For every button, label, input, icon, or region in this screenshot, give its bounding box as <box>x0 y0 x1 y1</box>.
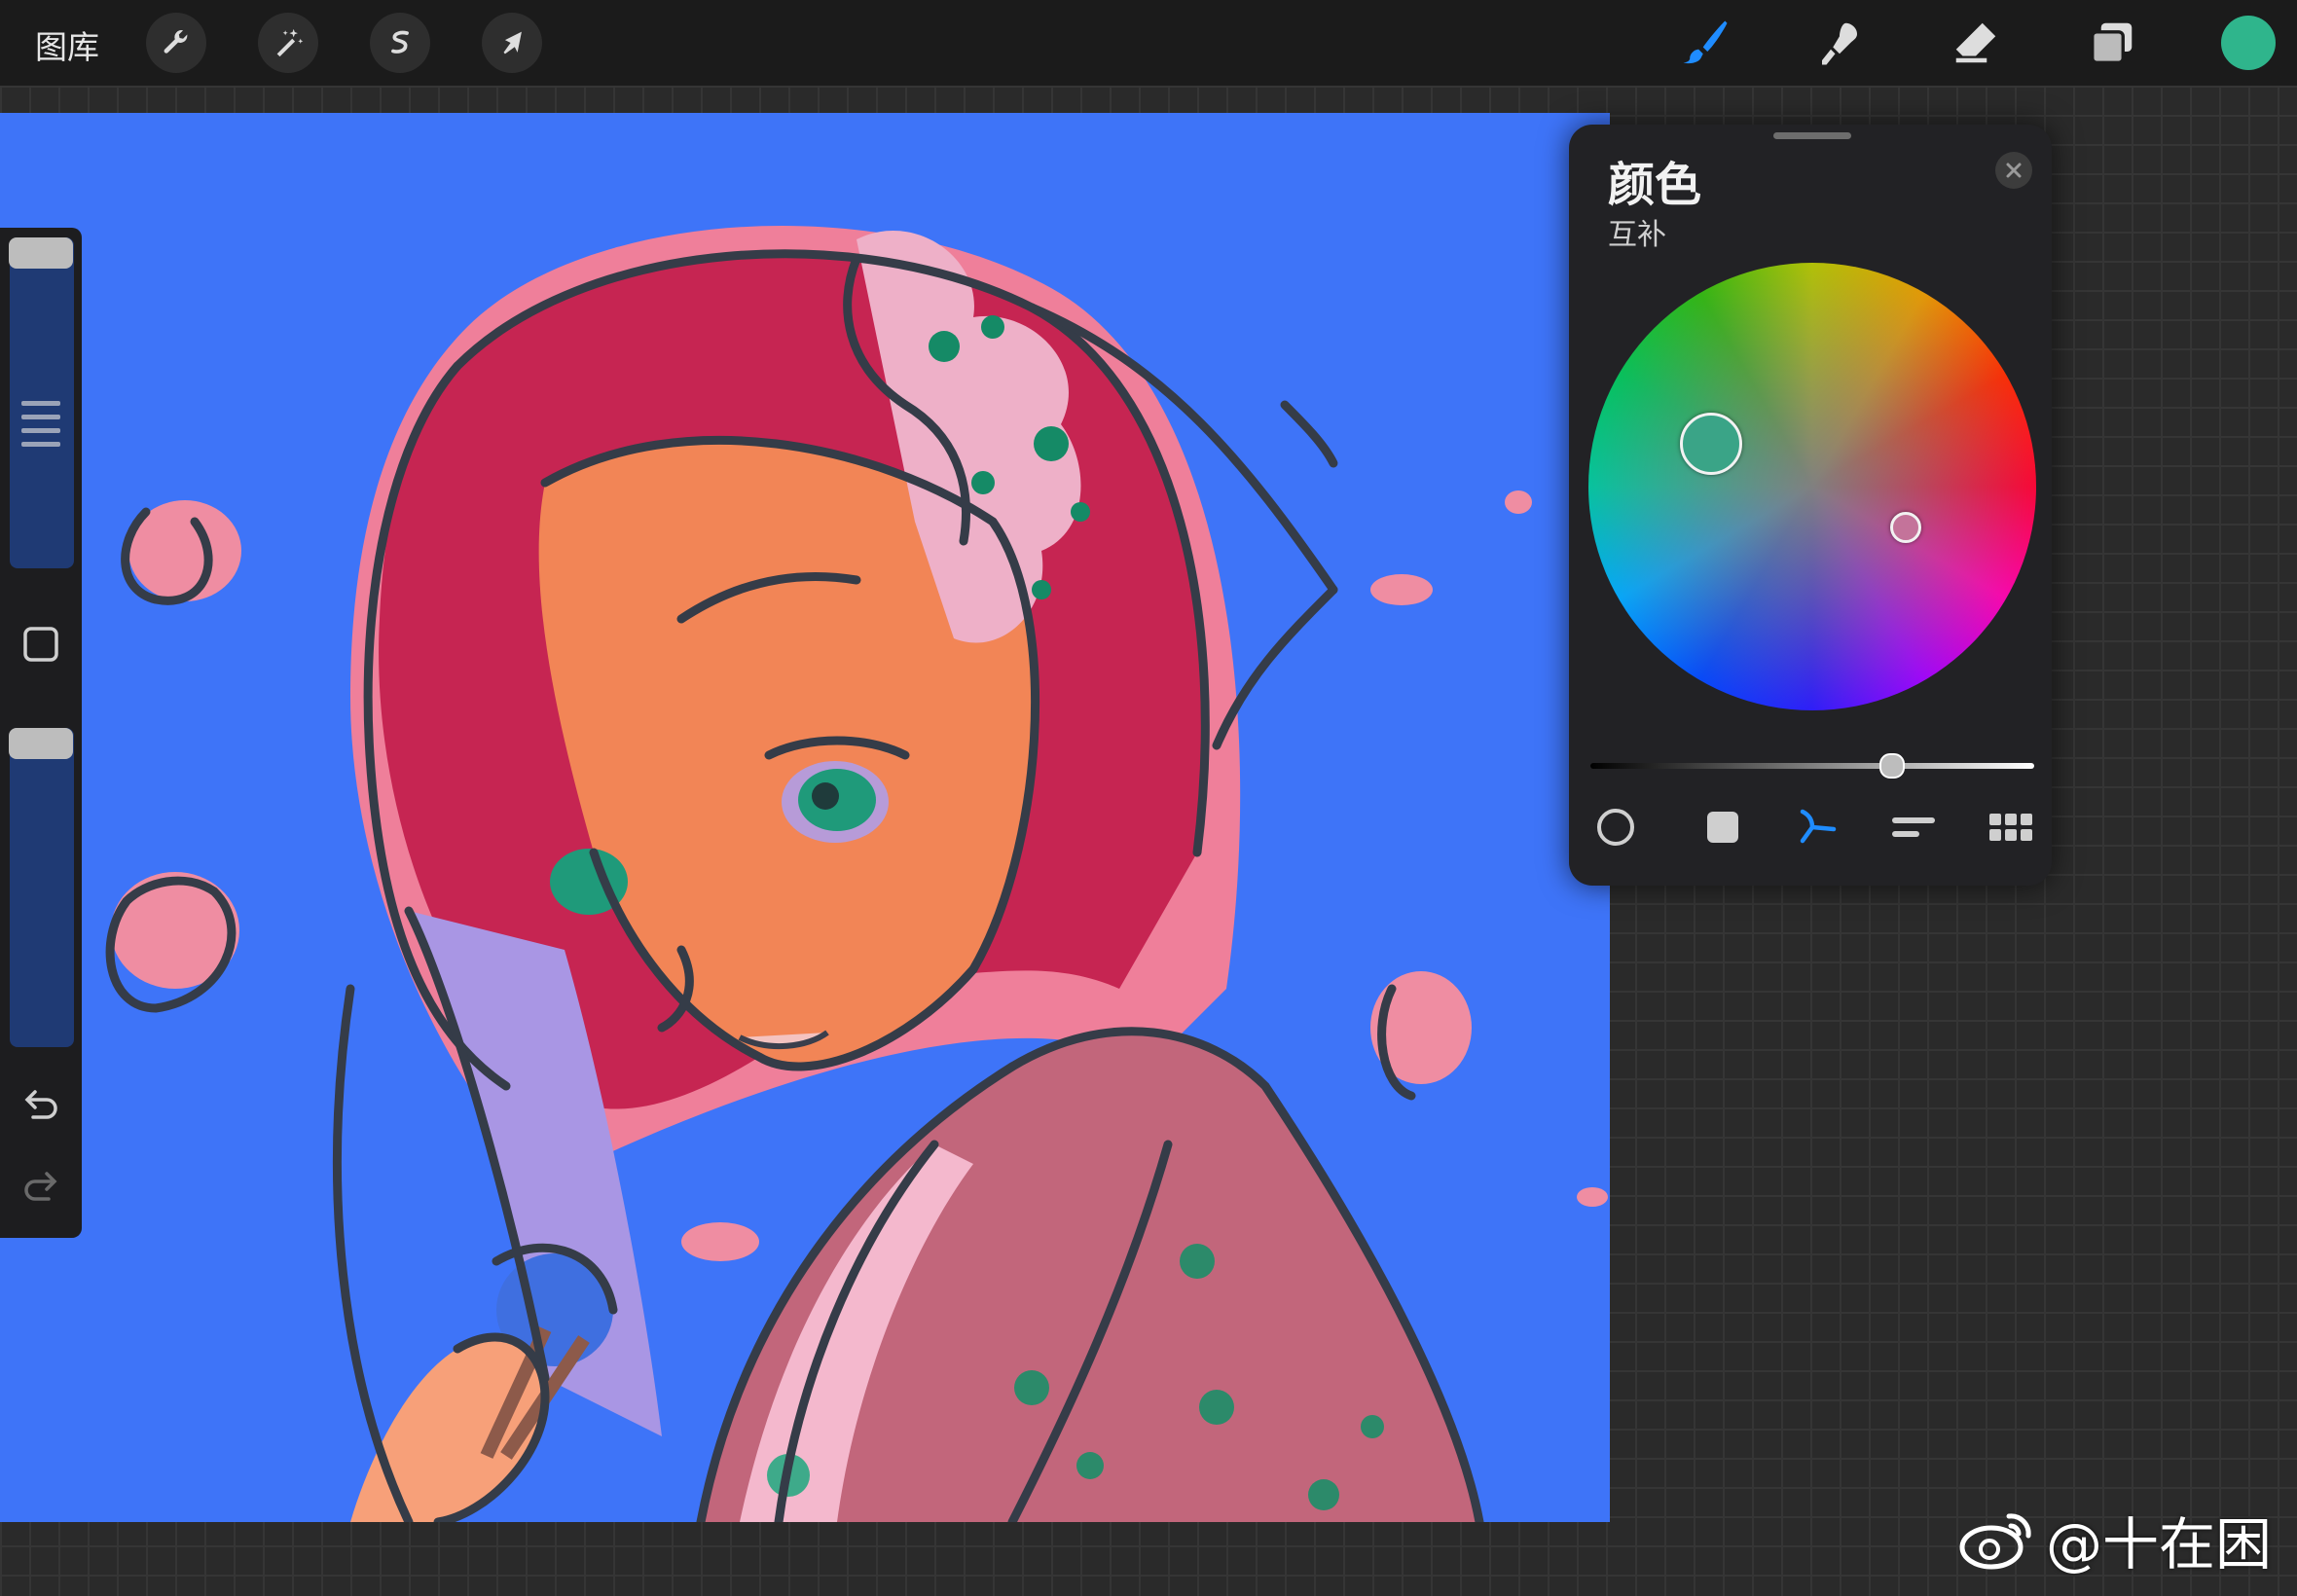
palettes-mode-icon <box>1989 814 2032 841</box>
value-mode-button[interactable] <box>1886 800 1941 854</box>
left-sidebar <box>0 228 82 1238</box>
magic-wand-icon <box>276 28 304 57</box>
smudge-icon <box>1822 22 1857 65</box>
watermark-text: @十在困 <box>2046 1511 2273 1578</box>
brush-button[interactable] <box>1676 14 1734 72</box>
brightness-handle[interactable] <box>1879 753 1906 779</box>
artwork <box>0 113 1610 1522</box>
primary-color-knob[interactable] <box>1680 413 1742 475</box>
palettes-mode-button[interactable] <box>1984 800 2038 854</box>
gallery-button[interactable]: 图库 <box>35 21 99 68</box>
close-button[interactable] <box>1995 152 2032 189</box>
smudge-button[interactable] <box>1810 14 1869 72</box>
color-panel: 颜色 互补 <box>1569 125 2052 886</box>
panel-title: 颜色 <box>1608 158 1702 212</box>
redo-icon[interactable] <box>19 1168 62 1211</box>
adjustments-button[interactable] <box>258 13 318 73</box>
close-icon <box>2006 163 2022 178</box>
brush-opacity-handle[interactable] <box>9 728 73 759</box>
disc-mode-icon <box>1597 809 1634 846</box>
complement-color-knob[interactable] <box>1890 512 1921 543</box>
brush-size-handle[interactable] <box>9 237 73 269</box>
undo-icon[interactable] <box>19 1086 62 1129</box>
classic-mode-button[interactable] <box>1695 800 1750 854</box>
top-toolbar: 图库 <box>0 0 2297 86</box>
watermark: @十在困 <box>1958 1501 2272 1578</box>
color-wheel[interactable] <box>1588 263 2036 710</box>
harmony-mode-icon <box>1800 809 1837 844</box>
drawing-canvas[interactable] <box>0 113 1610 1522</box>
brush-icon <box>1683 20 1728 64</box>
eraser-icon <box>1955 22 1996 63</box>
current-color-swatch[interactable] <box>2221 16 2276 70</box>
slider-grip-icon <box>21 401 60 447</box>
disc-mode-button[interactable] <box>1588 800 1643 854</box>
eraser-button[interactable] <box>1947 14 2005 72</box>
wheel-saturation-overlay <box>1588 263 2036 710</box>
panel-grabber[interactable] <box>1773 132 1851 139</box>
harmony-mode-button[interactable] <box>1789 800 1843 854</box>
selection-icon <box>391 30 409 54</box>
layers-button[interactable] <box>2083 14 2141 72</box>
layers-icon <box>2091 22 2133 64</box>
value-mode-icon <box>1892 817 1935 837</box>
classic-mode-icon <box>1707 812 1738 843</box>
brush-opacity-slider[interactable] <box>10 728 74 1047</box>
transform-button[interactable] <box>482 13 542 73</box>
transform-arrow-icon <box>503 31 522 54</box>
wrench-icon <box>164 30 188 54</box>
selection-button[interactable] <box>370 13 430 73</box>
eyedropper-square-icon[interactable] <box>19 623 62 666</box>
brightness-slider[interactable] <box>1590 763 2034 769</box>
weibo-logo-icon <box>1959 1513 2031 1570</box>
harmony-mode-label[interactable]: 互补 <box>1608 210 1666 253</box>
wrench-button[interactable] <box>146 13 206 73</box>
